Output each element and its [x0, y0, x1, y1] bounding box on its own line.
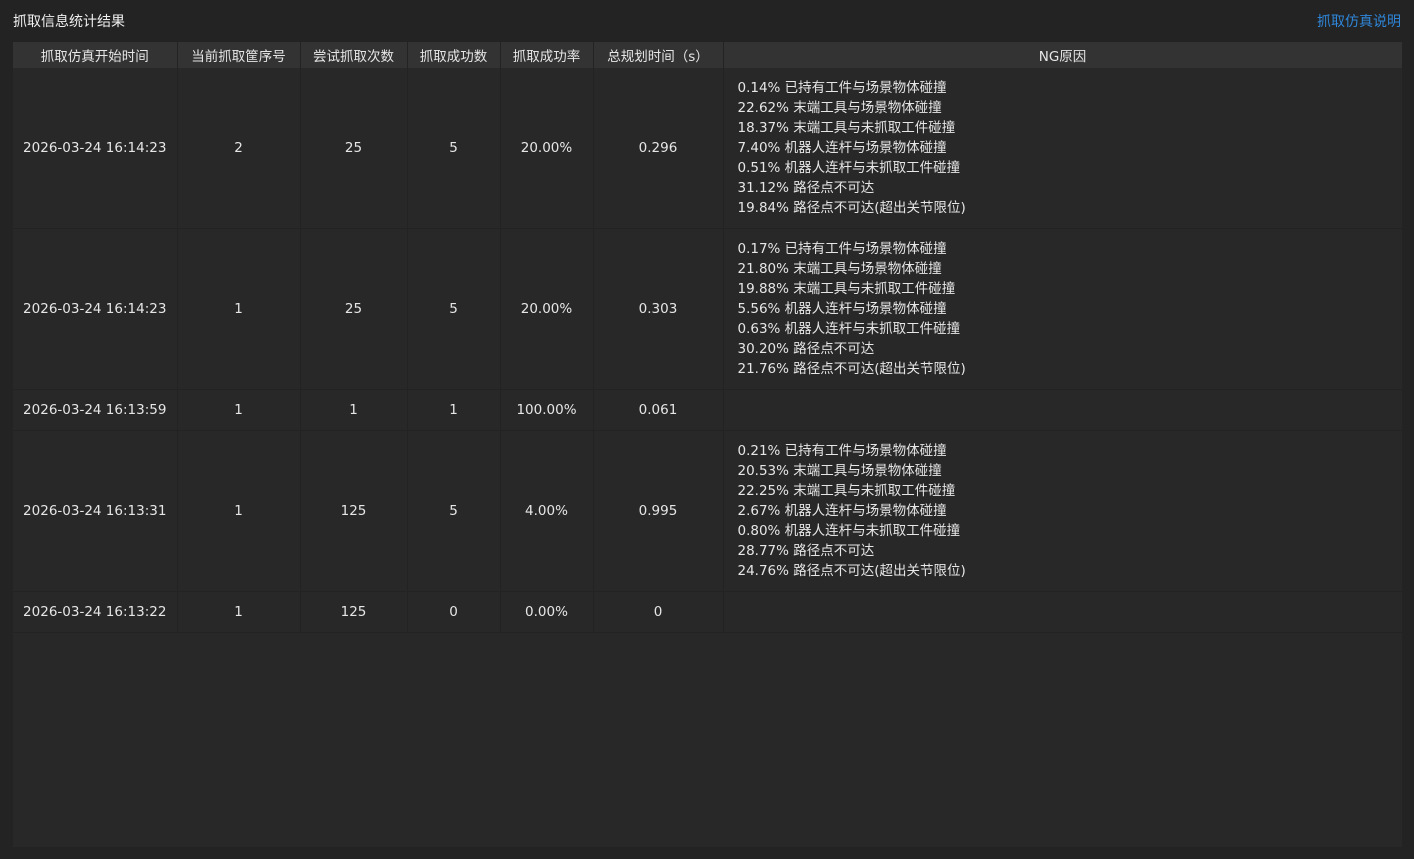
ng-reason-line: 22.25% 末端工具与未抓取工件碰撞: [737, 483, 956, 499]
cell-start-time: 2026-03-24 16:14:23: [13, 228, 178, 390]
ng-reason-line: 21.80% 末端工具与场景物体碰撞: [737, 261, 942, 277]
ng-reason-line: 21.76% 路径点不可达(超出关节限位): [737, 361, 966, 377]
ng-reason-line: 0.80% 机器人连杆与未抓取工件碰撞: [737, 523, 961, 539]
cell-ng-reasons: 0.14% 已持有工件与场景物体碰撞 22.62% 末端工具与场景物体碰撞 18…: [723, 68, 1402, 229]
table-row[interactable]: 2026-03-24 16:13:31 1 125 5 4.00% 0.995 …: [13, 430, 1402, 592]
column-header-start-time[interactable]: 抓取仿真开始时间: [13, 42, 178, 68]
cell-basket-no: 1: [177, 389, 301, 431]
cell-successes: 5: [407, 228, 501, 390]
column-header-plan-time[interactable]: 总规划时间（s）: [593, 42, 724, 68]
statistics-table: 抓取仿真开始时间 当前抓取筐序号 尝试抓取次数 抓取成功数 抓取成功率 总规划时…: [13, 42, 1402, 633]
cell-attempts: 25: [300, 68, 408, 229]
panel-header: 抓取信息统计结果 抓取仿真说明: [0, 0, 1414, 42]
table-row[interactable]: 2026-03-24 16:13:59 1 1 1 100.00% 0.061: [13, 389, 1402, 431]
ng-reason-line: 24.76% 路径点不可达(超出关节限位): [737, 563, 966, 579]
cell-basket-no: 2: [177, 68, 301, 229]
ng-reason-line: 30.20% 路径点不可达: [737, 341, 875, 357]
table-row[interactable]: 2026-03-24 16:13:22 1 125 0 0.00% 0: [13, 591, 1402, 633]
ng-reason-line: 31.12% 路径点不可达: [737, 180, 875, 196]
column-header-basket-no[interactable]: 当前抓取筐序号: [177, 42, 301, 68]
table-header-row: 抓取仿真开始时间 当前抓取筐序号 尝试抓取次数 抓取成功数 抓取成功率 总规划时…: [13, 42, 1402, 68]
cell-attempts: 1: [300, 389, 408, 431]
cell-plan-time: 0.061: [593, 389, 724, 431]
table-row[interactable]: 2026-03-24 16:14:23 1 25 5 20.00% 0.303 …: [13, 228, 1402, 390]
cell-successes: 5: [407, 68, 501, 229]
cell-ng-reasons: [723, 389, 1402, 431]
cell-basket-no: 1: [177, 430, 301, 592]
grasp-simulation-help-link[interactable]: 抓取仿真说明: [1317, 11, 1401, 31]
ng-reason-line: 22.62% 末端工具与场景物体碰撞: [737, 100, 942, 116]
grasp-statistics-panel: 抓取信息统计结果 抓取仿真说明 抓取仿真开始时间 当前抓取筐序号 尝试抓取次数 …: [0, 0, 1414, 859]
column-header-successes[interactable]: 抓取成功数: [407, 42, 501, 68]
cell-attempts: 125: [300, 430, 408, 592]
cell-ng-reasons: 0.21% 已持有工件与场景物体碰撞 20.53% 末端工具与场景物体碰撞 22…: [723, 430, 1402, 592]
ng-reason-line: 0.14% 已持有工件与场景物体碰撞: [737, 80, 947, 96]
column-header-success-rate[interactable]: 抓取成功率: [500, 42, 594, 68]
cell-success-rate: 20.00%: [500, 228, 594, 390]
ng-reason-line: 18.37% 末端工具与未抓取工件碰撞: [737, 120, 956, 136]
cell-success-rate: 100.00%: [500, 389, 594, 431]
cell-start-time: 2026-03-24 16:14:23: [13, 68, 178, 229]
cell-successes: 1: [407, 389, 501, 431]
cell-basket-no: 1: [177, 591, 301, 633]
cell-success-rate: 4.00%: [500, 430, 594, 592]
ng-reason-line: 5.56% 机器人连杆与场景物体碰撞: [737, 301, 947, 317]
panel-title: 抓取信息统计结果: [13, 14, 125, 30]
statistics-table-container[interactable]: 抓取仿真开始时间 当前抓取筐序号 尝试抓取次数 抓取成功数 抓取成功率 总规划时…: [13, 42, 1402, 847]
ng-reason-line: 19.88% 末端工具与未抓取工件碰撞: [737, 281, 956, 297]
ng-reason-line: 2.67% 机器人连杆与场景物体碰撞: [737, 503, 947, 519]
cell-attempts: 25: [300, 228, 408, 390]
cell-success-rate: 20.00%: [500, 68, 594, 229]
ng-reason-line: 0.63% 机器人连杆与未抓取工件碰撞: [737, 321, 961, 337]
cell-successes: 0: [407, 591, 501, 633]
ng-reason-line: 20.53% 末端工具与场景物体碰撞: [737, 463, 942, 479]
ng-reason-line: 0.51% 机器人连杆与未抓取工件碰撞: [737, 160, 961, 176]
cell-plan-time: 0.995: [593, 430, 724, 592]
cell-ng-reasons: 0.17% 已持有工件与场景物体碰撞 21.80% 末端工具与场景物体碰撞 19…: [723, 228, 1402, 390]
cell-plan-time: 0.296: [593, 68, 724, 229]
table-row[interactable]: 2026-03-24 16:14:23 2 25 5 20.00% 0.296 …: [13, 68, 1402, 229]
cell-plan-time: 0.303: [593, 228, 724, 390]
column-header-ng-reason[interactable]: NG原因: [723, 42, 1402, 68]
cell-basket-no: 1: [177, 228, 301, 390]
cell-successes: 5: [407, 430, 501, 592]
cell-ng-reasons: [723, 591, 1402, 633]
cell-success-rate: 0.00%: [500, 591, 594, 633]
cell-start-time: 2026-03-24 16:13:59: [13, 389, 178, 431]
cell-attempts: 125: [300, 591, 408, 633]
ng-reason-line: 28.77% 路径点不可达: [737, 543, 875, 559]
cell-plan-time: 0: [593, 591, 724, 633]
cell-start-time: 2026-03-24 16:13:22: [13, 591, 178, 633]
ng-reason-line: 7.40% 机器人连杆与场景物体碰撞: [737, 140, 947, 156]
ng-reason-line: 19.84% 路径点不可达(超出关节限位): [737, 200, 966, 216]
column-header-attempts[interactable]: 尝试抓取次数: [300, 42, 408, 68]
table-body: 2026-03-24 16:14:23 2 25 5 20.00% 0.296 …: [13, 68, 1402, 633]
ng-reason-line: 0.21% 已持有工件与场景物体碰撞: [737, 443, 947, 459]
ng-reason-line: 0.17% 已持有工件与场景物体碰撞: [737, 241, 947, 257]
cell-start-time: 2026-03-24 16:13:31: [13, 430, 178, 592]
